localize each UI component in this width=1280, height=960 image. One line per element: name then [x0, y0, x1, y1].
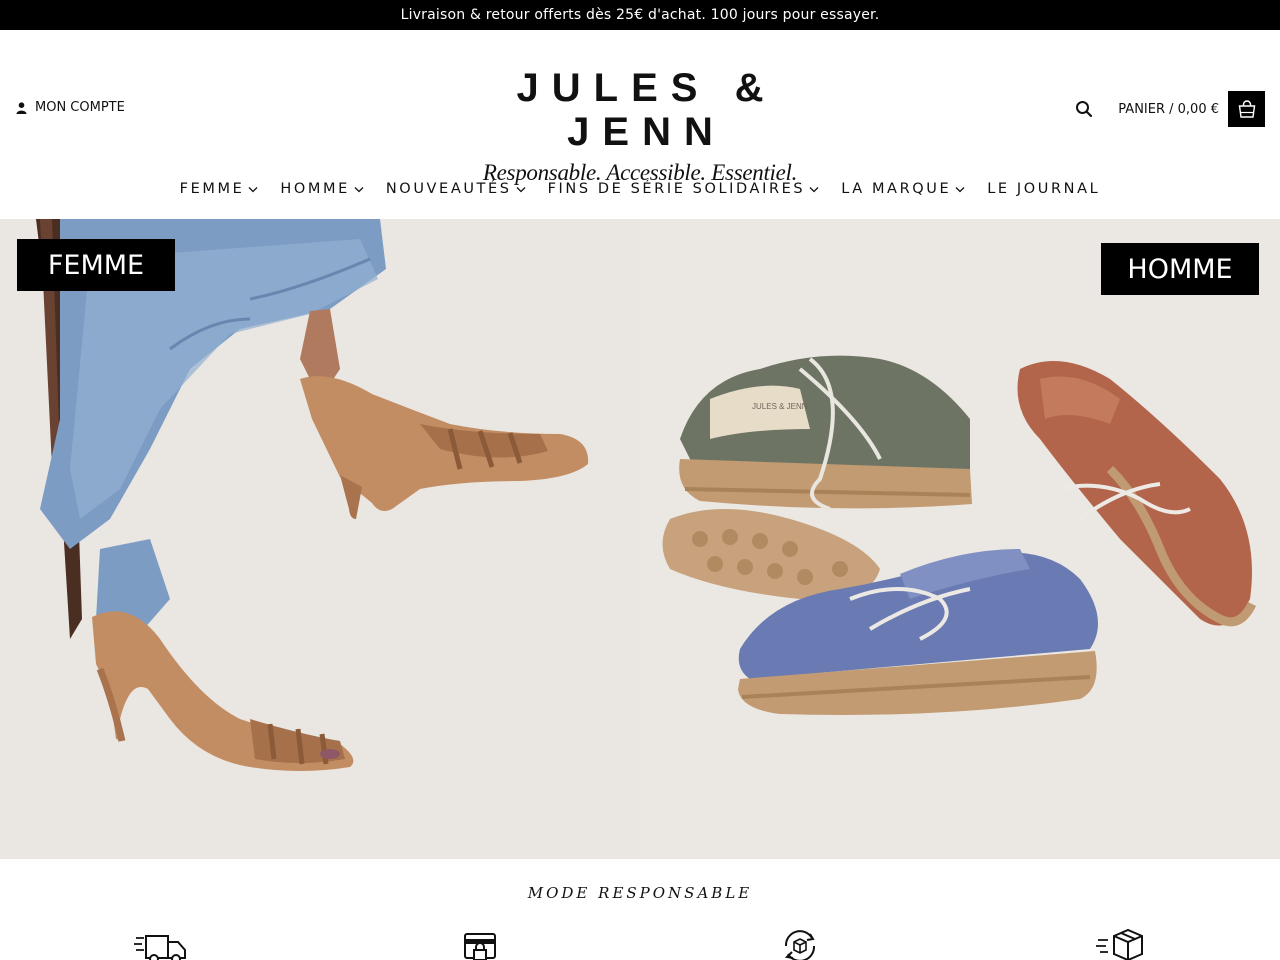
homme-product-image: JULES & JENN — [640, 219, 1280, 859]
cart-label: PANIER / 0,00 € — [1118, 101, 1219, 117]
announcement-bar: Livraison & retour offerts dès 25€ d'ach… — [0, 0, 1280, 30]
svg-text:JULES & JENN: JULES & JENN — [752, 402, 808, 411]
category-label-femme[interactable]: FEMME — [17, 239, 175, 291]
account-label: MON COMPTE — [35, 100, 125, 115]
section-title-mode-responsable: MODE RESPONSABLE — [527, 884, 753, 902]
nav-item-label: FINS DE SÉRIE SOLIDAIRES — [547, 181, 806, 197]
nav-item-label: FEMME — [179, 181, 245, 197]
nav-item-femme[interactable]: FEMME — [180, 181, 259, 197]
secure-payment-icon — [464, 933, 496, 960]
nav-item-label: NOUVEAUTÉS — [385, 181, 512, 197]
nav-item-la-marque[interactable]: LA MARQUE — [841, 181, 965, 197]
chevron-down-icon — [248, 186, 258, 192]
chevron-down-icon — [354, 186, 364, 192]
nav-item-homme[interactable]: HOMME — [280, 181, 364, 197]
chevron-down-icon — [809, 186, 819, 192]
user-icon — [16, 101, 27, 114]
returns-box-icon — [784, 930, 816, 960]
search-icon[interactable] — [1075, 100, 1093, 118]
features-row — [0, 926, 1280, 960]
nav-item-label: LE JOURNAL — [987, 181, 1101, 197]
nav-item-fins-de-serie[interactable]: FINS DE SÉRIE SOLIDAIRES — [548, 181, 820, 197]
femme-product-image — [0, 219, 640, 859]
site-header: MON COMPTE JULES & JENN Responsable. Acc… — [0, 30, 1280, 185]
delivery-truck-icon — [134, 935, 186, 960]
nav-item-label: LA MARQUE — [841, 181, 952, 197]
nav-item-nouveautes[interactable]: NOUVEAUTÉS — [386, 181, 526, 197]
fast-shipping-box-icon — [1096, 928, 1143, 960]
hero-panel-homme[interactable]: JULES & JENN HOMME — [640, 219, 1280, 859]
cart-link[interactable]: PANIER / 0,00 € — [1118, 91, 1265, 127]
account-link[interactable]: MON COMPTE — [16, 100, 125, 115]
nav-item-label: HOMME — [280, 181, 350, 197]
logo-wordmark: JULES & JENN — [516, 66, 777, 154]
hero-banner: FEMME JULES & JENN HOMME — [0, 219, 1280, 859]
main-navigation: FEMME HOMME NOUVEAUTÉS FINS DE SÉRIE SOL… — [0, 168, 1280, 210]
shopping-bag-icon[interactable] — [1228, 91, 1265, 127]
nav-item-le-journal[interactable]: LE JOURNAL — [987, 181, 1100, 197]
chevron-down-icon — [516, 186, 526, 192]
category-label-homme[interactable]: HOMME — [1101, 243, 1259, 295]
hero-panel-femme[interactable]: FEMME — [0, 219, 640, 859]
chevron-down-icon — [955, 186, 965, 192]
announcement-text: Livraison & retour offerts dès 25€ d'ach… — [400, 7, 880, 23]
